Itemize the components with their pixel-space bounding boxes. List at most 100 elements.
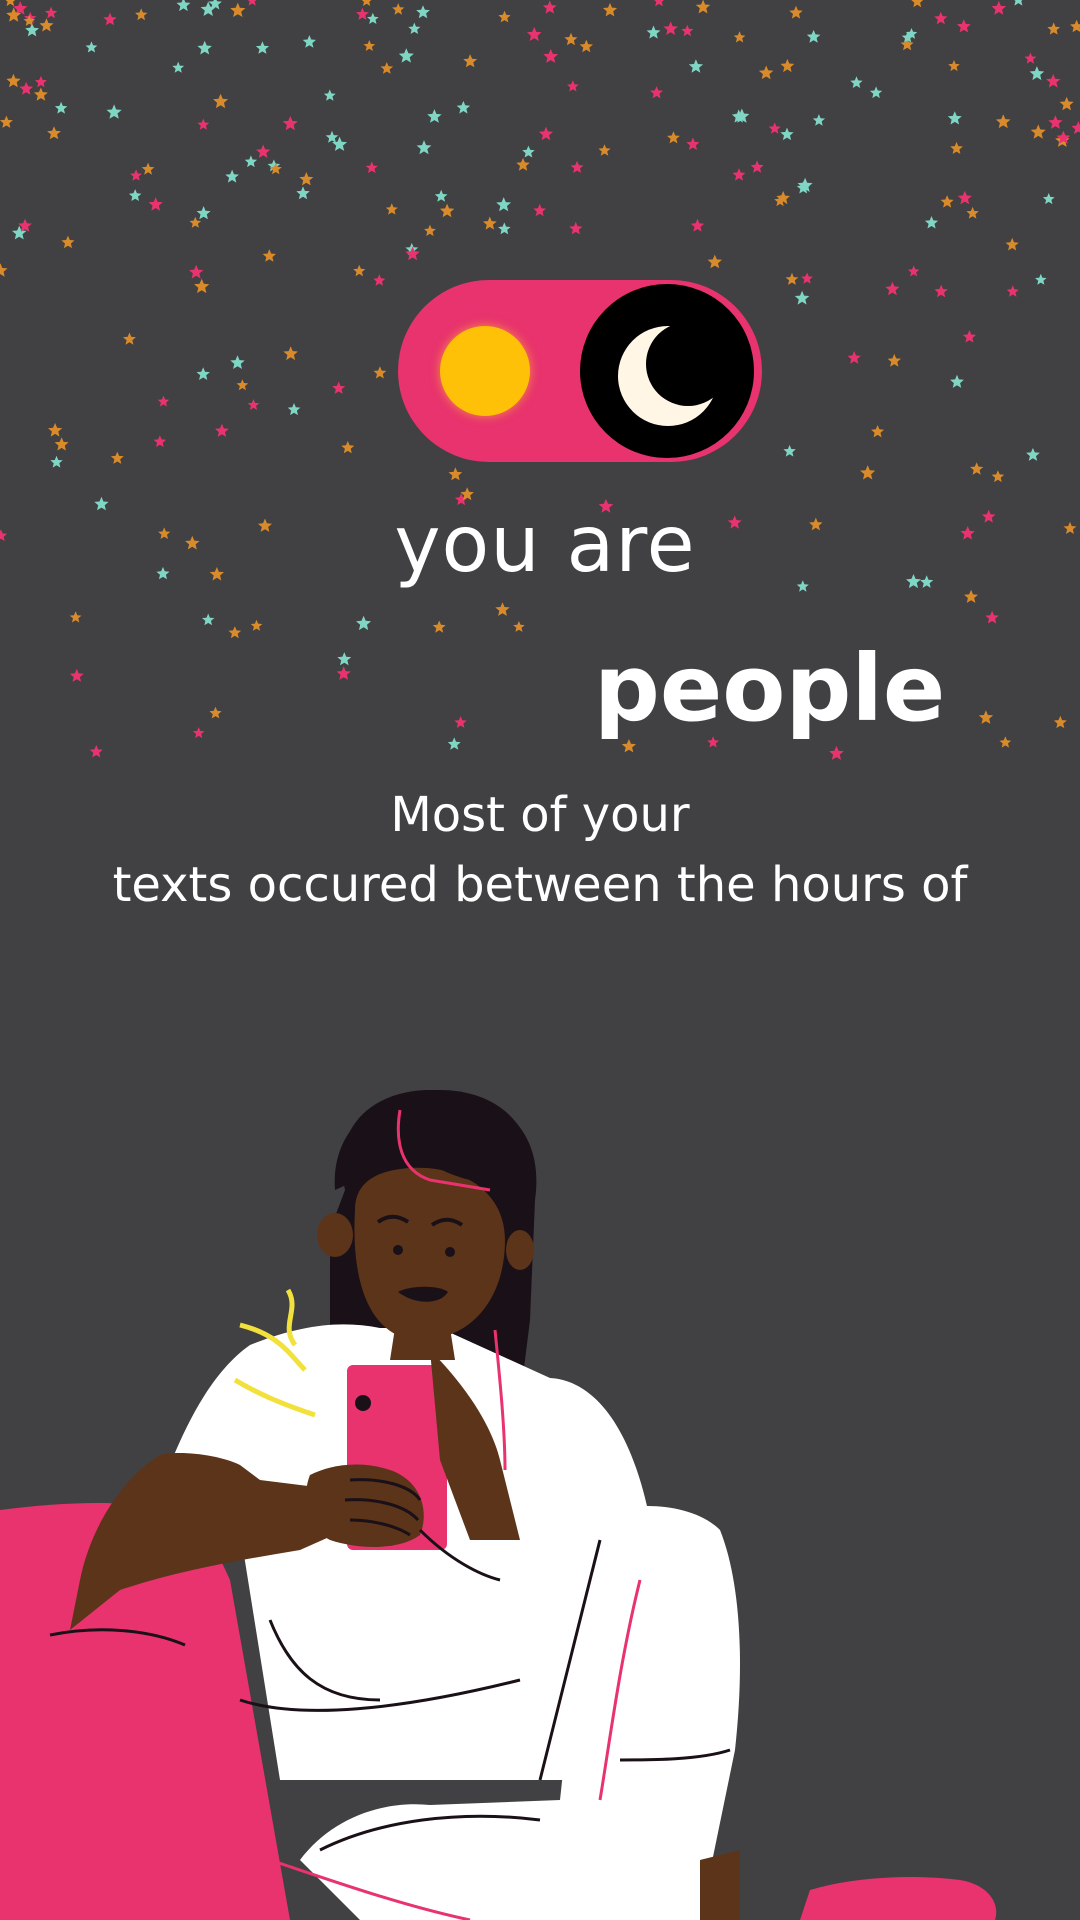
star-decoration	[434, 189, 448, 202]
star-decoration	[192, 727, 205, 739]
star-decoration	[1035, 273, 1047, 285]
star-decoration	[230, 2, 246, 17]
star-decoration	[542, 0, 557, 14]
star-decoration	[385, 203, 398, 215]
star-decoration	[302, 35, 316, 48]
star-decoration	[1014, 0, 1023, 6]
star-decoration	[871, 425, 885, 438]
star-decoration	[690, 218, 705, 232]
star-decoration	[61, 235, 75, 249]
star-decoration	[194, 278, 210, 294]
star-decoration	[228, 626, 242, 639]
star-decoration	[439, 203, 455, 218]
toggle-knob[interactable]	[580, 284, 754, 458]
star-decoration	[337, 652, 352, 666]
star-decoration	[1026, 447, 1040, 461]
star-decoration	[392, 3, 405, 15]
star-decoration	[934, 11, 948, 25]
star-decoration	[282, 115, 298, 131]
star-decoration	[962, 330, 976, 343]
star-decoration	[432, 620, 446, 633]
star-decoration	[341, 441, 355, 454]
star-decoration	[794, 290, 810, 305]
star-decoration	[196, 367, 210, 380]
star-decoration	[54, 437, 69, 451]
subtitle-line-1: Most of your	[390, 787, 690, 843]
star-decoration	[0, 263, 8, 277]
star-decoration	[123, 332, 136, 345]
star-decoration	[157, 395, 170, 407]
star-decoration	[526, 26, 542, 41]
star-decoration	[213, 93, 229, 109]
star-decoration	[567, 80, 579, 92]
star-decoration	[1053, 715, 1067, 729]
star-decoration	[970, 462, 984, 475]
star-decoration	[367, 12, 379, 24]
star-decoration	[1046, 73, 1061, 88]
sun-icon	[440, 326, 530, 416]
headline-line-2: people	[594, 635, 946, 742]
star-decoration	[570, 160, 584, 173]
star-decoration	[847, 351, 861, 364]
star-decoration	[860, 465, 876, 480]
star-decoration	[172, 61, 185, 73]
star-decoration	[236, 379, 249, 391]
star-decoration	[780, 58, 795, 73]
star-decoration	[135, 8, 148, 21]
star-decoration	[688, 59, 704, 73]
star-decoration	[733, 31, 746, 43]
star-decoration	[447, 737, 461, 750]
star-decoration	[991, 0, 1007, 15]
star-decoration	[768, 122, 781, 134]
star-decoration	[356, 615, 372, 631]
star-decoration	[911, 0, 924, 8]
star-decoration	[189, 264, 204, 279]
star-decoration	[128, 189, 142, 201]
star-decoration	[999, 736, 1012, 748]
star-decoration	[1006, 285, 1019, 297]
star-decoration	[1071, 121, 1080, 135]
star-decoration	[247, 399, 260, 410]
star-decoration	[522, 145, 535, 158]
star-decoration	[456, 100, 471, 114]
star-decoration	[496, 197, 512, 212]
star-decoration	[44, 6, 58, 19]
star-decoration	[336, 666, 351, 680]
star-decoration	[964, 589, 978, 603]
star-decoration	[5, 0, 16, 7]
star-decoration	[681, 24, 694, 37]
star-decoration	[869, 86, 883, 99]
star-decoration	[598, 144, 611, 156]
star-decoration	[516, 157, 530, 171]
star-decoration	[380, 62, 394, 74]
star-decoration	[850, 76, 863, 88]
star-decoration	[189, 216, 202, 228]
star-decoration	[663, 21, 678, 35]
star-decoration	[363, 40, 376, 51]
subtitle: Most of your texts occured between the h…	[0, 780, 1080, 920]
star-decoration	[398, 48, 414, 63]
star-decoration	[667, 131, 680, 144]
star-decoration	[907, 265, 920, 277]
star-decoration	[940, 195, 954, 208]
star-decoration	[176, 0, 191, 12]
star-decoration	[197, 118, 210, 130]
day-night-toggle[interactable]	[398, 280, 762, 462]
star-decoration	[256, 144, 271, 158]
star-decoration	[69, 611, 82, 623]
star-decoration	[1070, 19, 1080, 33]
star-decoration	[202, 613, 215, 626]
star-decoration	[654, 0, 665, 7]
star-decoration	[196, 206, 211, 220]
star-decoration	[950, 141, 963, 154]
star-decoration	[1030, 124, 1046, 139]
moon-icon	[618, 326, 718, 426]
star-decoration	[244, 155, 258, 168]
star-decoration	[950, 374, 964, 388]
star-decoration	[956, 19, 971, 33]
star-decoration	[153, 435, 167, 447]
star-decoration	[373, 366, 387, 379]
star-decoration	[707, 254, 722, 269]
star-decoration	[106, 104, 122, 119]
star-decoration	[758, 65, 774, 80]
